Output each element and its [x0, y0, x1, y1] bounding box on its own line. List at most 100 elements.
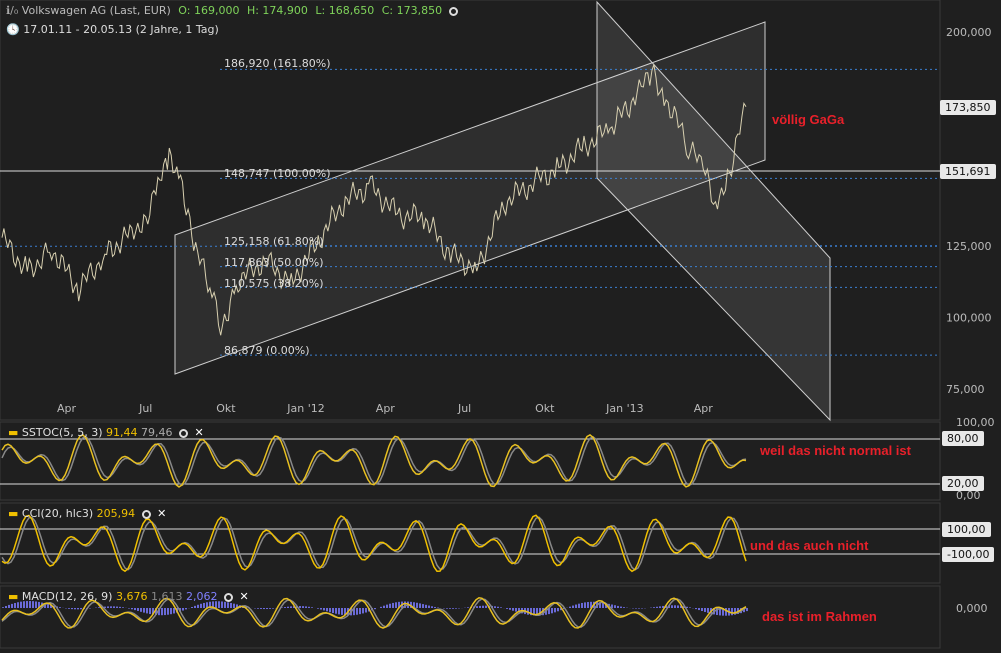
macd-bar — [230, 602, 232, 608]
macd-bar — [494, 606, 496, 608]
macd-bar — [500, 607, 502, 608]
macd-value-1: 3,676 — [115, 590, 148, 603]
macd-bar — [653, 607, 655, 608]
high-value: H: 174,900 — [246, 4, 308, 17]
macd-bar — [77, 608, 79, 610]
macd-bar — [269, 608, 271, 609]
cci-value-1: 205,94 — [96, 507, 136, 520]
macd-bar — [482, 605, 484, 608]
macd-header: ▬ MACD(12, 26, 9) 3,676 1,613 2,062 ✕ — [8, 590, 249, 603]
macd-bar — [308, 606, 310, 608]
macd-bar — [227, 602, 229, 608]
x-tick-label: Okt — [535, 402, 555, 415]
x-tick-label: Apr — [694, 402, 714, 415]
stoch-hi-pill: 80,00 — [942, 431, 984, 446]
level-price-pill: 151,691 — [940, 164, 996, 179]
macd-bar — [173, 608, 175, 614]
macd-bar — [635, 608, 637, 609]
period-text: 17.01.11 - 20.05.13 (2 Jahre, 1 Tag) — [23, 23, 219, 36]
symbol-title: Volkswagen AG (Last, EUR) — [21, 4, 171, 17]
macd-bar — [434, 606, 436, 608]
macd-bar — [8, 604, 10, 608]
macd-bar — [146, 608, 148, 614]
macd-bar — [161, 608, 163, 616]
settings-circle-icon[interactable] — [223, 592, 233, 602]
macd-bar — [317, 608, 319, 609]
macd-bar — [122, 607, 124, 608]
macd-bar — [701, 608, 703, 612]
macd-bar — [389, 603, 391, 608]
macd-bar — [476, 606, 478, 608]
macd-bar — [341, 608, 343, 615]
macd-bar — [203, 602, 205, 608]
stoch-value-1: 91,44 — [106, 426, 138, 439]
annotation-stoch: weil das nicht normal ist — [760, 443, 911, 458]
macd-bar — [656, 606, 658, 608]
settings-circle-icon[interactable] — [179, 428, 188, 438]
macd-bar — [2, 607, 4, 608]
macd-bar — [698, 608, 700, 611]
period-row: 🕓 17.01.11 - 20.05.13 (2 Jahre, 1 Tag) — [6, 23, 219, 36]
annotation-main: völlig GaGa — [772, 112, 845, 127]
close-icon[interactable]: ✕ — [239, 590, 248, 603]
macd-bar — [137, 608, 139, 611]
macd-bar — [380, 606, 382, 608]
macd-bar — [167, 608, 169, 615]
chart-header: ℹ/₀ Volkswagen AG (Last, EUR) O: 169,000… — [6, 4, 458, 17]
macd-bar — [425, 604, 427, 608]
x-tick-label: Jul — [138, 402, 152, 415]
fib-label: 148,747 (100.00%) — [224, 167, 331, 180]
chart-canvas: 75,000 100,000 125,000 151,691 173,850 200,00… — [0, 0, 995, 649]
macd-bar — [554, 608, 556, 613]
x-tick-label: Jan '13 — [605, 402, 643, 415]
macd-bar — [707, 608, 709, 613]
macd-bar — [134, 608, 136, 611]
macd-bar — [182, 608, 184, 611]
macd-bar — [164, 608, 166, 616]
x-tick-label: Apr — [57, 402, 77, 415]
macd-bar — [335, 608, 337, 614]
macd-bar — [506, 608, 508, 609]
macd-bar — [119, 606, 121, 608]
macd-bar — [299, 606, 301, 608]
settings-circle-icon[interactable] — [141, 509, 151, 519]
macd-bar — [116, 606, 118, 608]
stoch-axis-label: 100,00 — [956, 416, 995, 429]
macd-bar — [11, 603, 13, 608]
macd-bar — [584, 602, 586, 608]
close-icon[interactable]: ✕ — [195, 426, 204, 439]
stoch-label: SSTOC(5, 5, 3) — [21, 426, 103, 439]
macd-bar — [260, 608, 262, 609]
macd-bar — [587, 602, 589, 608]
clock-icon: 🕓 — [6, 23, 20, 36]
macd-bar — [602, 602, 604, 608]
macd-bar — [200, 603, 202, 608]
macd-bar — [479, 605, 481, 608]
macd-bar — [332, 608, 334, 613]
current-price-pill: 173,850 — [940, 100, 996, 115]
x-tick-label: Apr — [376, 402, 396, 415]
cci-label: CCI(20, hlc3) — [21, 507, 94, 520]
macd-bar — [233, 603, 235, 608]
macd-bar — [257, 608, 259, 609]
macd-bar — [356, 608, 358, 615]
macd-bar — [374, 608, 376, 610]
y-tick-label: 100,000 — [946, 312, 992, 325]
macd-bar — [365, 608, 367, 613]
y-tick-label: 75,000 — [946, 383, 985, 396]
macd-bar — [512, 608, 514, 611]
macd-bar — [446, 608, 448, 609]
close-icon[interactable]: ✕ — [157, 507, 166, 520]
macd-bar — [113, 606, 115, 608]
macd-bar — [17, 602, 19, 608]
macd-value-3: 2,062 — [185, 590, 218, 603]
annotation-macd: das ist im Rahmen — [762, 609, 877, 624]
macd-bar — [14, 602, 16, 608]
macd-bar — [362, 608, 364, 614]
macd-bar — [185, 608, 187, 610]
cci-header: ▬ CCI(20, hlc3) 205,94 ✕ — [8, 507, 167, 520]
macd-bar — [338, 608, 340, 615]
cci-hi-pill: 100,00 — [942, 522, 991, 537]
settings-circle-icon[interactable] — [448, 6, 458, 16]
fib-label: 110,575 (38.20%) — [224, 277, 324, 290]
